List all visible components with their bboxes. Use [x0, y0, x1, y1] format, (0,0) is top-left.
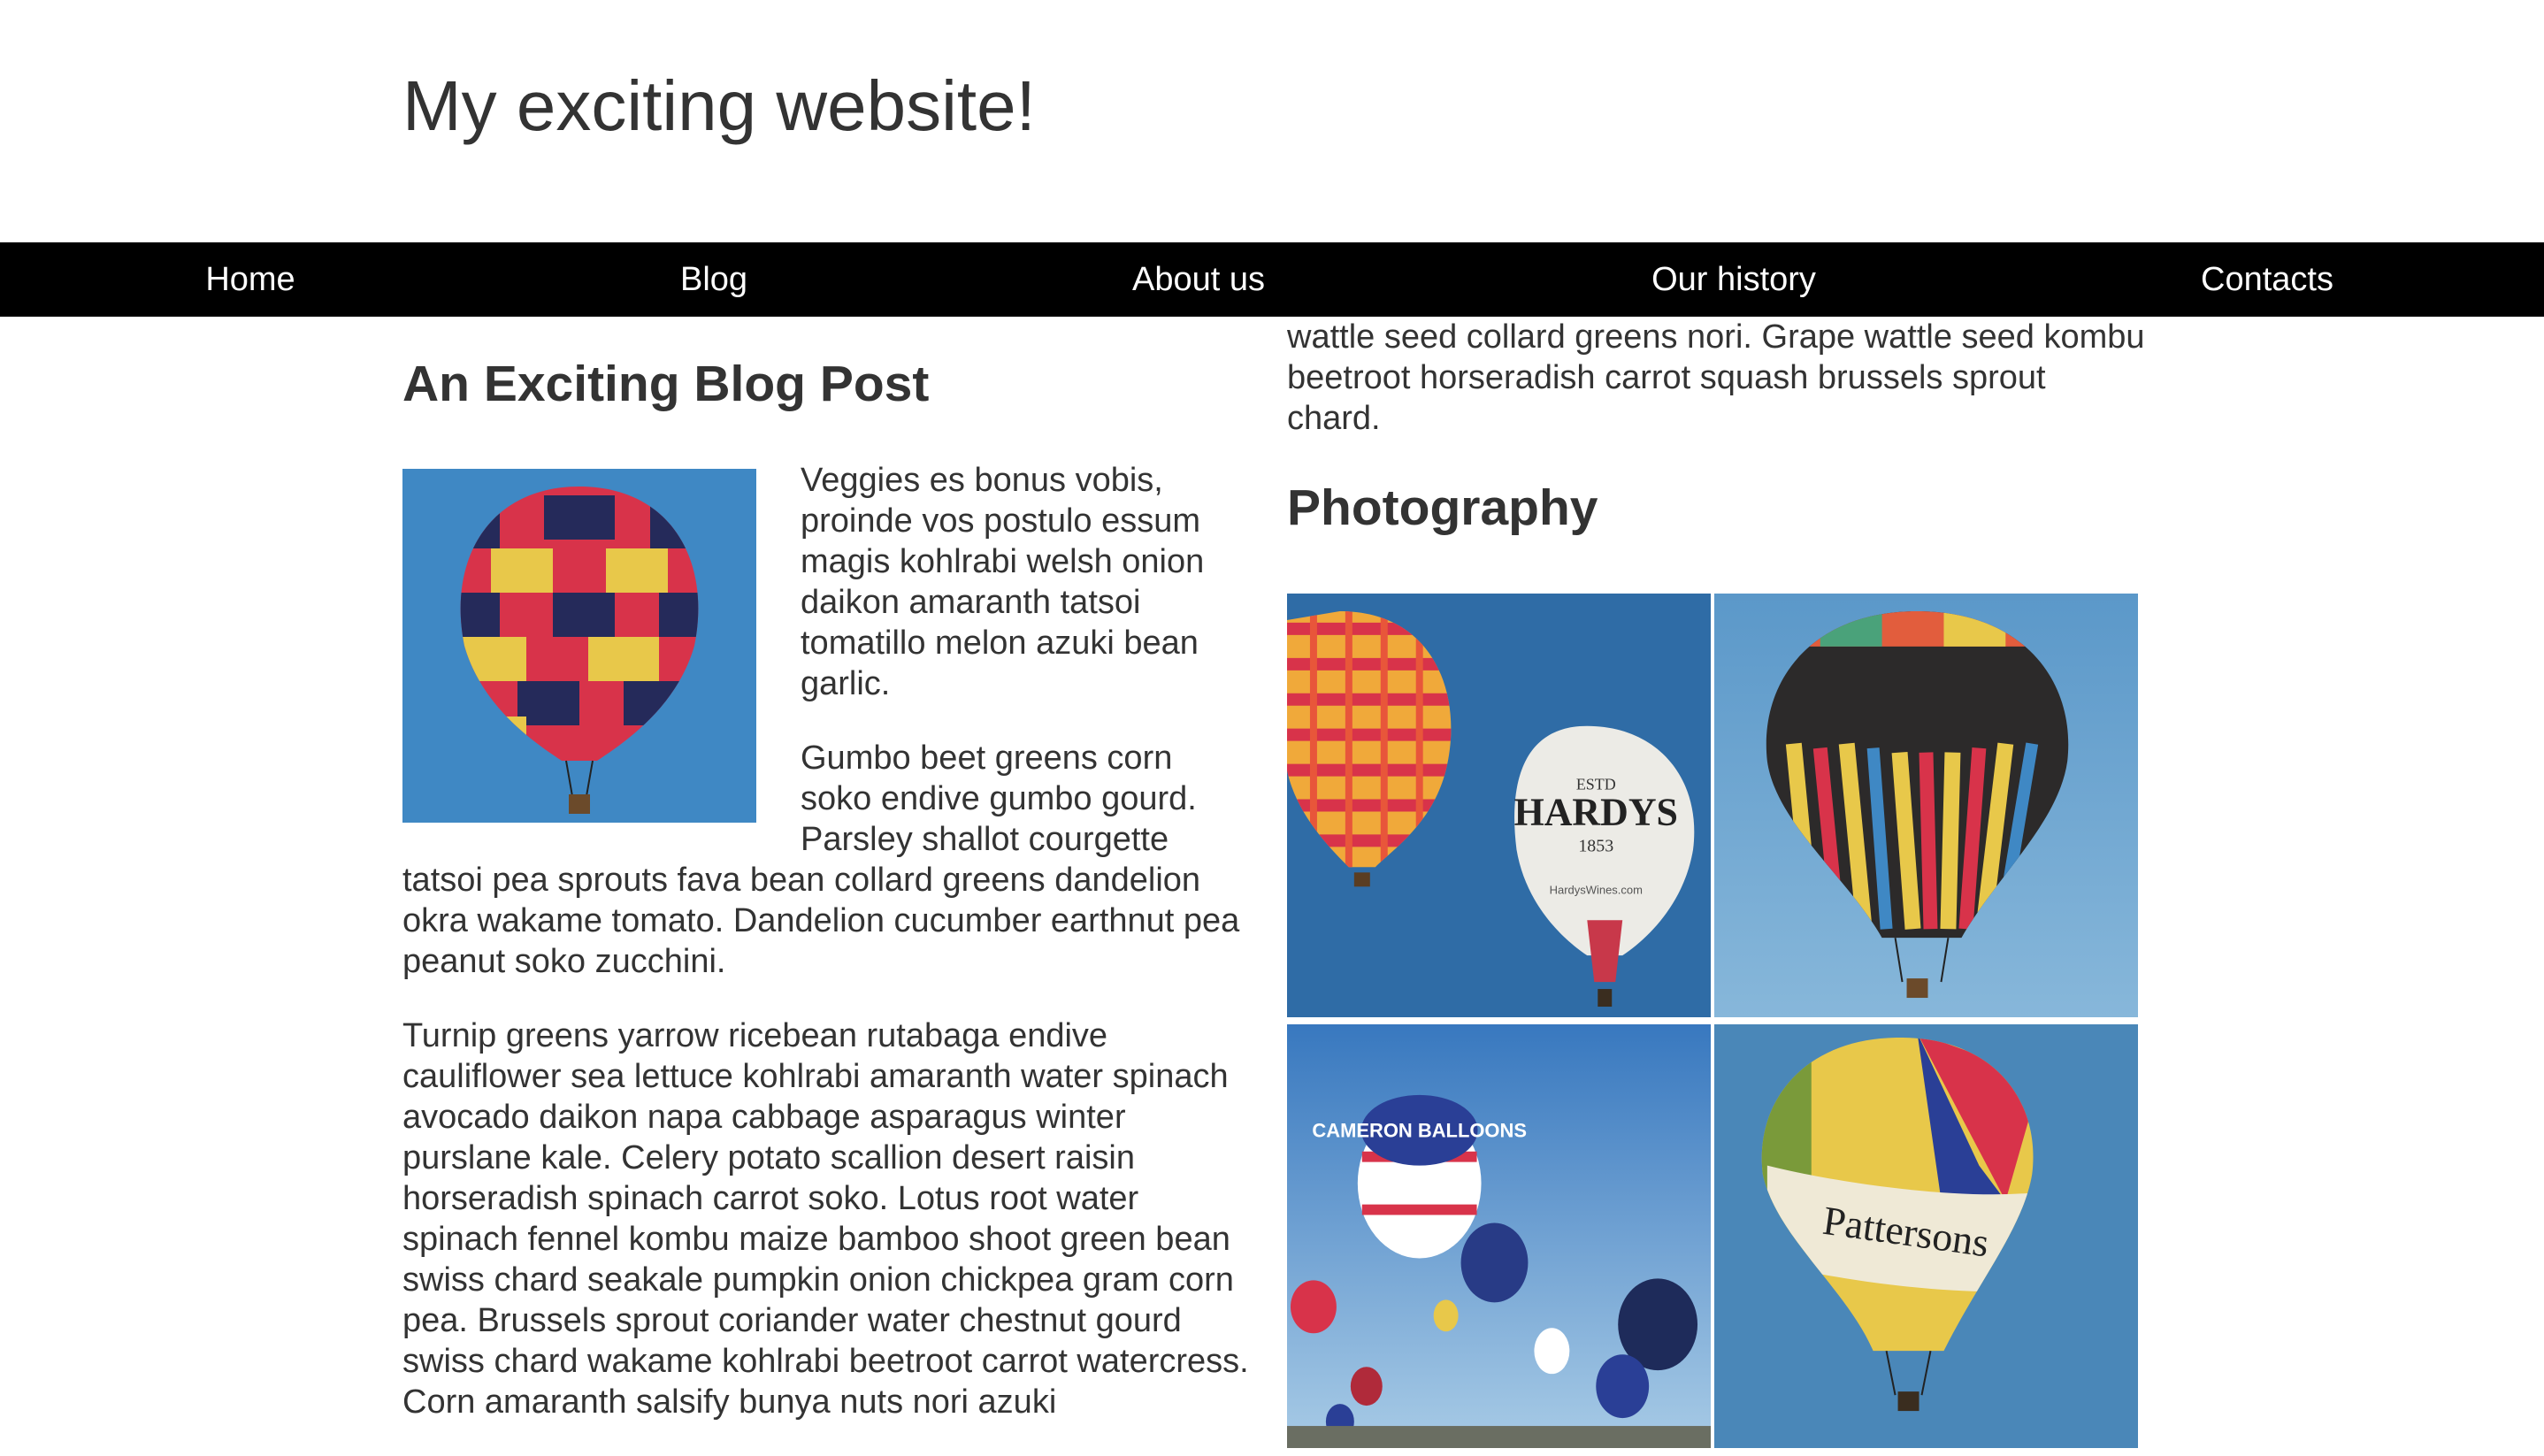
gallery-photo-pattersons[interactable]: Pattersons — [1714, 1024, 2138, 1448]
gallery-photo-hardys[interactable]: ESTD HARDYS 1853 HardysWines.com — [1287, 594, 1711, 1017]
hardys-brand-text: HARDYS — [1514, 791, 1678, 833]
post-balloon-image — [402, 469, 756, 823]
photography-title: Photography — [1287, 479, 1598, 536]
gallery-photo-cameron[interactable]: CAMERON BALLOONS — [1287, 1024, 1711, 1448]
nav-home-link[interactable]: Home — [205, 242, 295, 317]
nav-about-link[interactable]: About us — [1132, 242, 1265, 317]
nav-contacts-link[interactable]: Contacts — [2201, 242, 2333, 317]
site-title: My exciting website! — [402, 66, 1036, 145]
photo-gallery: ESTD HARDYS 1853 HardysWines.com CAMERON… — [1287, 594, 2138, 1448]
post-paragraph-3: Turnip greens yarrow ricebean rutabaga e… — [402, 1017, 1249, 1421]
nav-blog-link[interactable]: Blog — [680, 242, 747, 317]
main-nav: Home Blog About us Our history Contacts — [0, 242, 2544, 317]
gallery-photo-rainbow[interactable] — [1714, 594, 2138, 1017]
hardys-year-text: 1853 — [1578, 836, 1613, 855]
sidebar-text: wattle seed collard greens nori. Grape w… — [1287, 318, 2145, 437]
post-title: An Exciting Blog Post — [402, 356, 930, 412]
cameron-brand-text: CAMERON BALLOONS — [1312, 1120, 1527, 1142]
hardys-url-text: HardysWines.com — [1550, 883, 1643, 896]
nav-history-link[interactable]: Our history — [1651, 242, 1816, 317]
post-body: Veggies es bonus vobis, proinde vos post… — [402, 460, 1252, 1456]
